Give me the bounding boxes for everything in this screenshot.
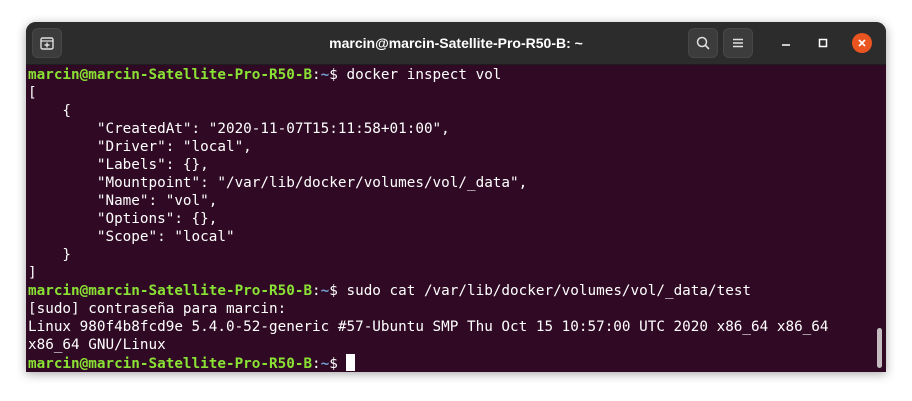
prompt-line: marcin@marcin-Satellite-Pro-R50-B:~$ <box>28 354 356 372</box>
prompt-separator: : <box>312 356 321 372</box>
output-line: Linux 980f4b8fcd9e 5.4.0-52-generic #57-… <box>28 319 829 335</box>
terminal-window: marcin@marcin-Satellite-Pro-R50-B: ~ mar… <box>26 22 886 372</box>
output-line: "Driver": "local", <box>28 139 252 155</box>
command-text: sudo cat /var/lib/docker/volumes/vol/_da… <box>346 283 752 299</box>
output-line: } <box>28 247 72 263</box>
output-line: ] <box>28 265 37 281</box>
prompt-user-host: marcin@marcin-Satellite-Pro-R50-B <box>28 67 313 83</box>
title-bar[interactable]: marcin@marcin-Satellite-Pro-R50-B: ~ <box>26 22 886 65</box>
prompt-path: ~ <box>320 67 330 83</box>
terminal-output[interactable]: marcin@marcin-Satellite-Pro-R50-B:~$ doc… <box>26 65 886 372</box>
prompt-symbol: $ <box>329 67 347 83</box>
window-title: marcin@marcin-Satellite-Pro-R50-B: ~ <box>329 35 583 51</box>
text-cursor <box>346 354 356 371</box>
prompt-symbol: $ <box>329 283 347 299</box>
minimize-icon <box>782 44 790 46</box>
output-line: [sudo] contraseña para marcin: <box>28 301 287 317</box>
output-line: x86_64 GNU/Linux <box>28 337 166 353</box>
output-line: { <box>28 103 72 119</box>
output-line: "Scope": "local" <box>28 229 235 245</box>
output-line: "Options": {}, <box>28 211 218 227</box>
command-text: docker inspect vol <box>346 67 502 83</box>
prompt-user-host: marcin@marcin-Satellite-Pro-R50-B <box>28 356 313 372</box>
menu-button[interactable] <box>723 28 753 58</box>
prompt-path: ~ <box>320 356 330 372</box>
output-line: "Name": "vol", <box>28 193 218 209</box>
prompt-user-host: marcin@marcin-Satellite-Pro-R50-B <box>28 283 313 299</box>
prompt-path: ~ <box>320 283 330 299</box>
minimize-button[interactable] <box>776 33 796 53</box>
close-icon <box>858 39 866 47</box>
output-line: "Labels": {}, <box>28 157 209 173</box>
search-icon <box>696 36 710 50</box>
search-button[interactable] <box>688 28 718 58</box>
close-button[interactable] <box>852 33 872 53</box>
output-line: "Mountpoint": "/var/lib/docker/volumes/v… <box>28 175 528 191</box>
hamburger-menu-icon <box>733 38 743 48</box>
output-line: [ <box>28 85 37 101</box>
maximize-button[interactable] <box>813 33 833 53</box>
output-line: "CreatedAt": "2020-11-07T15:11:58+01:00"… <box>28 121 450 137</box>
prompt-separator: : <box>312 283 321 299</box>
prompt-separator: : <box>312 67 321 83</box>
maximize-icon <box>818 38 828 48</box>
prompt-line: marcin@marcin-Satellite-Pro-R50-B:~$ doc… <box>28 66 501 84</box>
prompt-symbol: $ <box>329 356 347 372</box>
scrollbar-thumb[interactable] <box>877 328 882 368</box>
prompt-line: marcin@marcin-Satellite-Pro-R50-B:~$ sud… <box>28 282 751 300</box>
